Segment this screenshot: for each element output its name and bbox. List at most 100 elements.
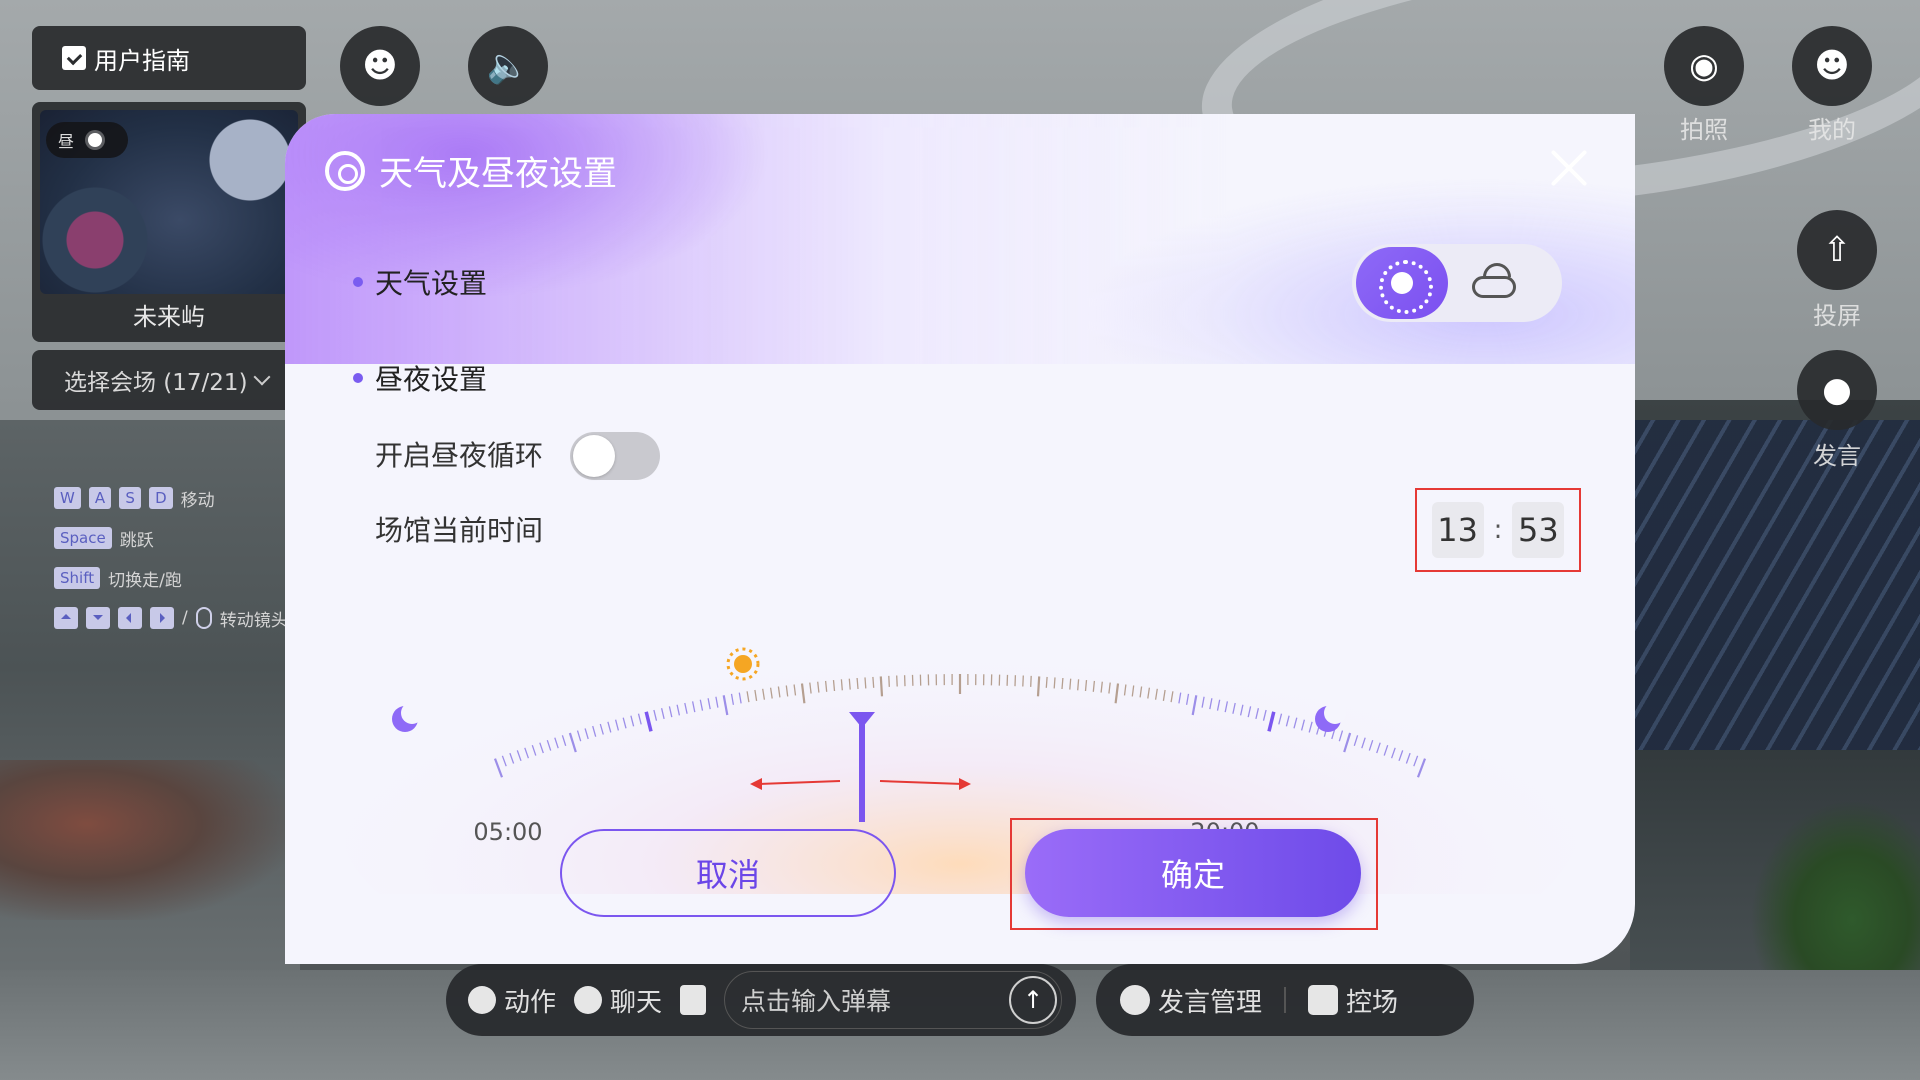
toggle-settings-icon [1308,985,1339,1015]
arrow-down-key-icon [86,607,110,629]
venue-select-dropdown[interactable]: 选择会场 (17/21) [32,350,306,410]
dial-glow [340,624,1580,964]
action-label: 动作 [504,987,557,1018]
cloud-icon [1472,276,1516,298]
key-hint-move: W A S D 移动 [54,484,288,512]
arrow-left-key-icon [118,607,142,629]
daynight-section-heading: 昼夜设置 [353,358,487,398]
time-dial[interactable]: 05:00 20:00 [340,594,1580,964]
daynight-badge-label: 昼 [58,132,75,151]
key-s: S [119,487,142,509]
slash-separator: / [182,608,188,628]
screen-share-label: 投屏 [1813,302,1861,330]
current-time-label: 场馆当前时间 [375,514,544,547]
dial-tick [879,676,884,697]
dial-tick [1036,676,1041,697]
key-a: A [88,487,112,509]
bullet-dot [353,277,363,287]
speaker-icon: 🔈 [486,46,530,86]
weather-toggle [1352,244,1562,322]
chat-button[interactable]: 聊天 [574,982,662,1019]
time-colon: : [1493,515,1503,545]
close-icon[interactable] [1545,144,1593,192]
key-hint-jump: Space 跳跃 [54,524,288,552]
mouse-icon [195,607,212,629]
dial-tick [856,677,859,690]
user-list-button[interactable]: ☻ [340,26,420,106]
time-minute[interactable]: 53 [1512,502,1565,558]
photo-button[interactable]: ◉ [1664,26,1744,106]
time-hour[interactable]: 13 [1431,502,1484,558]
cancel-button[interactable]: 取消 [560,829,896,917]
sun-icon [1379,260,1433,314]
key-hint-label: 转动镜头 [219,610,288,631]
danmaku-input[interactable]: 点击输入弹幕 ↑ [724,971,1062,1029]
key-space: Space [54,527,112,549]
person-action-icon [468,986,496,1014]
daynight-section-label: 昼夜设置 [375,363,488,396]
venue-control-button[interactable]: 控场 [1308,982,1398,1019]
dialog-title-text: 天气及昼夜设置 [379,154,617,194]
speech-management-button[interactable]: 发言管理 [1120,982,1262,1019]
key-hint-run: Shift 切换走/跑 [54,564,288,592]
send-arrow-icon[interactable]: ↑ [1009,976,1057,1024]
daynight-cycle-switch[interactable] [570,432,660,480]
key-w: W [54,487,81,509]
dialog-title: 天气及昼夜设置 [325,146,617,195]
dial-tick [1022,675,1024,687]
weather-section-label: 天气设置 [375,267,488,300]
speech-bubble-icon [1120,985,1150,1015]
key-hint-label: 跳跃 [119,530,154,551]
key-shift: Shift [54,567,101,589]
chevron-down-icon [253,368,271,386]
speak-button[interactable]: ● [1797,350,1877,430]
dial-tick [840,679,843,691]
speak-label: 发言 [1813,442,1861,470]
dial-label-start: 05:00 [473,818,542,846]
danmaku-toggle-icon[interactable] [680,985,707,1015]
arrow-right-key-icon [150,607,174,629]
minimap-location-name: 未来屿 [133,303,205,331]
screen-share-button[interactable]: ⇧ [1797,210,1877,290]
venue-control-label: 控场 [1346,987,1399,1018]
daynight-cycle-label: 开启昼夜循环 [375,439,544,472]
dial-tick [1061,677,1064,690]
dial-tick [872,676,875,688]
weather-section-heading: 天气设置 [353,262,487,302]
dial-tick [1053,677,1056,689]
action-button[interactable]: 动作 [468,982,556,1019]
dial-tick [848,678,851,690]
profile-label: 我的 [1808,116,1856,144]
weather-option-sunny[interactable] [1356,247,1448,319]
time-dial-svg: 05:00 20:00 [340,624,1580,964]
user-guide-button[interactable]: 用户指南 [32,26,306,90]
gear-icon [325,150,365,191]
key-d: D [149,487,173,509]
microphone-icon: ● [1822,370,1852,410]
weather-option-cloudy[interactable] [1448,247,1540,319]
key-hint-label: 移动 [180,490,215,511]
dial-tick [896,675,898,687]
current-time-display: 13 : 53 [1415,488,1581,572]
key-hint-label: 切换走/跑 [108,570,182,591]
speaker-button[interactable]: 🔈 [468,26,548,106]
user-icon: ☻ [1814,46,1850,86]
user-guide-label: 用户指南 [94,46,190,75]
dial-tick [1030,675,1032,687]
weather-daynight-dialog: 天气及昼夜设置 天气设置 昼夜设置 开启昼夜循环 场馆当前时间 13 : 53 [285,114,1635,964]
chat-bubble-icon [574,986,603,1014]
photo-label: 拍照 [1680,116,1728,144]
sun-icon [88,133,103,147]
dial-tick [1069,678,1072,690]
dial-tick [864,677,867,689]
confirm-button[interactable]: 确定 [1025,829,1361,917]
venue-select-label: 选择会场 (17/21) [64,370,248,396]
minimap[interactable]: 昼 未来屿 [32,102,306,342]
bottom-toolbar-host: 发言管理 控场 [1096,964,1474,1036]
switch-knob [573,435,615,477]
dial-tick [1077,679,1080,691]
stage-decoration [0,760,290,920]
profile-button[interactable]: ☻ [1792,26,1872,106]
bullet-dot [353,373,363,383]
key-hint-camera: / 转动镜头 [54,604,288,632]
